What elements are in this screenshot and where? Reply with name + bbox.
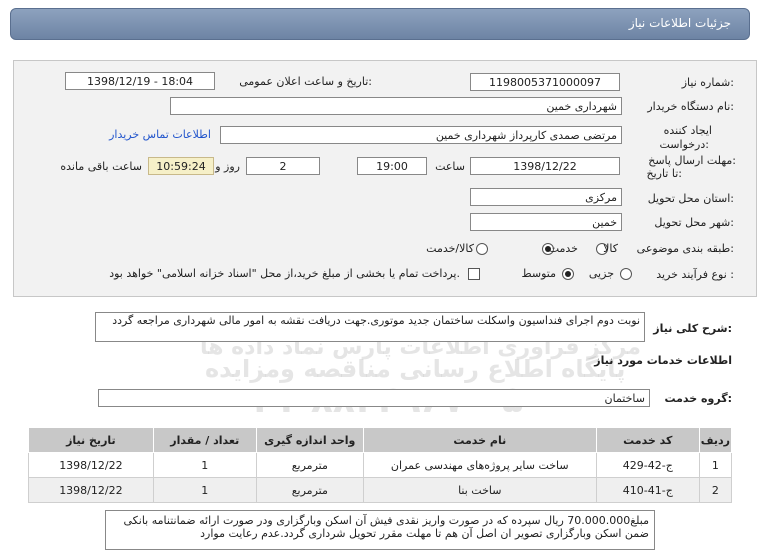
buyer-field: شهرداری خمین xyxy=(170,97,622,115)
city-label: شهر محل تحویل: xyxy=(654,216,734,229)
col-unit-header: واحد اندازه گیری xyxy=(255,427,364,453)
need-number-field: 1198005371000097 xyxy=(470,73,620,91)
process-medium-radio[interactable] xyxy=(562,268,574,280)
creator-label-1: ایجاد کننده xyxy=(663,124,712,137)
treasury-payment-text: پرداخت تمام یا بخشی از مبلغ خرید،از محل … xyxy=(109,267,460,280)
page-header: جزئیات اطلاعات نیاز xyxy=(10,8,750,40)
table-cell: 1 xyxy=(152,477,257,503)
province-label: استان محل تحویل: xyxy=(647,192,734,205)
deadline-label-1: مهلت ارسال پاسخ: xyxy=(648,154,736,167)
deadline-time-label: ساعت xyxy=(435,160,465,173)
table-cell: ج-41-410 xyxy=(595,477,700,503)
col-date-header: تاریخ نیاز xyxy=(28,427,154,453)
services-section-title: اطلاعات خدمات مورد نیاز xyxy=(594,354,732,367)
description-field: نوبت دوم اجرای فنداسیون واسکلت ساختمان ج… xyxy=(95,312,645,342)
remaining-time-field: 10:59:24 xyxy=(148,157,214,175)
buyer-notes-field: مبلغ70.000.000 ریال سپرده که در صورت وار… xyxy=(105,510,655,550)
category-label: طبقه بندی موضوعی: xyxy=(636,242,734,255)
table-cell: 1398/12/22 xyxy=(28,452,154,478)
watermark-portal: پایگاه اطلاع رسانی مناقصه ومزایده xyxy=(205,355,626,383)
process-medium-label: متوسط xyxy=(521,267,556,280)
table-header-row: ردیف کد خدمت نام خدمت واحد اندازه گیری ت… xyxy=(28,427,733,453)
category-goods-service-radio[interactable] xyxy=(476,243,488,255)
buyer-label: نام دستگاه خریدار: xyxy=(647,100,734,113)
announce-field: 1398/12/19 - 18:04 xyxy=(65,72,215,90)
col-name-header: نام خدمت xyxy=(362,427,597,453)
days-label: روز و xyxy=(215,160,240,173)
category-goods-label: کالا xyxy=(603,242,618,255)
province-field: مرکزی xyxy=(470,188,622,206)
table-cell: مترمربع xyxy=(255,452,364,478)
page-title: جزئیات اطلاعات نیاز xyxy=(628,16,731,30)
col-row-header: ردیف xyxy=(698,427,733,453)
creator-label-2: درخواست: xyxy=(659,138,710,151)
col-code-header: کد خدمت xyxy=(595,427,700,453)
city-field: خمین xyxy=(470,213,622,231)
process-label: نوع فرآیند خرید : xyxy=(656,268,734,281)
table-cell: مترمربع xyxy=(255,477,364,503)
buyer-contact-link[interactable]: اطلاعات تماس خریدار xyxy=(109,128,211,141)
creator-field: مرتضی صمدی کارپرداز شهرداری خمین xyxy=(220,126,622,144)
table-row: 2 ج-41-410 ساخت بنا مترمربع 1 1398/12/22 xyxy=(28,477,733,503)
announce-label: تاریخ و ساعت اعلان عمومی: xyxy=(239,75,372,88)
table-cell: ج-42-429 xyxy=(595,452,700,478)
treasury-payment-checkbox[interactable] xyxy=(468,268,480,280)
table-cell: 1398/12/22 xyxy=(28,477,154,503)
category-service-label: خدمت xyxy=(548,242,578,255)
table-row: 1 ج-42-429 ساخت سایر پروژه‌های مهندسی عم… xyxy=(28,452,733,478)
category-goods-service-label: کالا/خدمت xyxy=(426,242,474,255)
table-cell: 2 xyxy=(698,477,733,503)
deadline-label-2: تا تاریخ: xyxy=(646,167,682,180)
deadline-date-field: 1398/12/22 xyxy=(470,157,620,175)
table-cell: 1 xyxy=(152,452,257,478)
service-group-label: گروه خدمت: xyxy=(664,392,732,405)
table-cell: 1 xyxy=(698,452,733,478)
process-minor-label: جزیی xyxy=(588,267,614,280)
table-cell: ساخت بنا xyxy=(362,477,597,503)
remaining-label: ساعت باقی مانده xyxy=(60,160,142,173)
days-field: 2 xyxy=(246,157,320,175)
service-group-field: ساختمان xyxy=(98,389,650,407)
need-number-label: شماره نیاز: xyxy=(681,76,734,89)
need-info-panel xyxy=(13,60,757,297)
col-qty-header: تعداد / مقدار xyxy=(152,427,257,453)
deadline-time-field: 19:00 xyxy=(357,157,427,175)
table-cell: ساخت سایر پروژه‌های مهندسی عمران xyxy=(362,452,597,478)
process-minor-radio[interactable] xyxy=(620,268,632,280)
services-table: ردیف کد خدمت نام خدمت واحد اندازه گیری ت… xyxy=(28,427,733,503)
description-label: شرح کلی نیاز: xyxy=(653,322,732,335)
